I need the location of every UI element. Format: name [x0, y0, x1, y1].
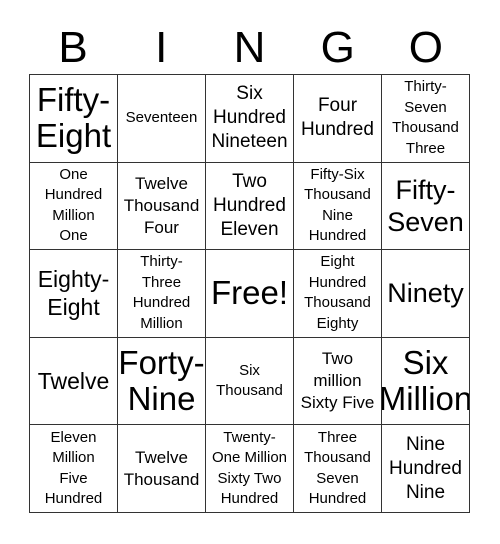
cell-label: Four Hundred [301, 95, 374, 141]
cell-label: Two million Sixty Five [300, 349, 375, 413]
header-letter-i: I [155, 23, 168, 72]
bingo-cell[interactable]: Three Thousand Seven Hundred [294, 425, 382, 513]
bingo-header: B I N G O [29, 22, 470, 74]
bingo-cell[interactable]: Two million Sixty Five [294, 337, 382, 426]
cell-label: Fifty- Eight [35, 81, 112, 155]
bingo-cell[interactable]: Four Hundred [294, 75, 382, 163]
bingo-cell[interactable]: Fifty- Seven [382, 162, 470, 251]
cell-label: Three Thousand Seven Hundred [304, 428, 371, 508]
bingo-cell[interactable]: Twelve Thousand Four [118, 162, 206, 251]
bingo-cell[interactable]: Nine Hundred Nine [382, 425, 470, 513]
cell-label: Ninety [387, 278, 464, 309]
cell-label: One Hundred Million One [44, 165, 103, 245]
bingo-cell[interactable]: Eleven Million Five Hundred [30, 425, 118, 513]
bingo-cell[interactable]: Twelve [30, 337, 118, 426]
bingo-cell[interactable]: Six Hundred Nineteen [206, 75, 294, 163]
cell-label: Fifty-Six Thousand Nine Hundred [304, 165, 371, 245]
bingo-cell[interactable]: Eight Hundred Thousand Eighty [294, 250, 382, 338]
free-space-cell[interactable]: Free! [206, 250, 294, 338]
cell-label: Twelve Thousand [123, 447, 200, 489]
cell-label: Seventeen [125, 109, 198, 127]
cell-label: Free! [210, 274, 289, 312]
cell-label: Eighty- Eight [37, 266, 110, 321]
cell-label: Six Thousand [216, 361, 283, 400]
bingo-cell[interactable]: Twelve Thousand [118, 425, 206, 513]
cell-label: Twelve Thousand Four [123, 173, 200, 237]
bingo-cell[interactable]: Six Thousand [206, 337, 294, 426]
bingo-cell[interactable]: Six Million [382, 337, 470, 426]
cell-label: Two Hundred Eleven [213, 170, 286, 240]
bingo-cell[interactable]: Seventeen [118, 75, 206, 163]
bingo-grid: Fifty- Eight Seventeen Six Hundred Ninetee… [29, 74, 470, 513]
bingo-cell[interactable]: Thirty- Three Hundred Million [118, 250, 206, 338]
bingo-cell[interactable]: Forty- Nine [118, 337, 206, 426]
bingo-cell[interactable]: Eighty- Eight [30, 250, 118, 338]
cell-label: Nine Hundred Nine [389, 433, 462, 503]
bingo-cell[interactable]: Ninety [382, 250, 470, 338]
cell-label: Eleven Million Five Hundred [44, 428, 103, 508]
cell-label: Six Hundred Nineteen [211, 83, 288, 153]
cell-label: Twenty- One Million Sixty Two Hundred [211, 428, 288, 508]
header-letter-b: B [58, 23, 88, 72]
cell-label: Forty- Nine [118, 344, 205, 418]
bingo-cell[interactable]: One Hundred Million One [30, 162, 118, 251]
cell-label: Six Million [382, 344, 470, 418]
bingo-cell[interactable]: Twenty- One Million Sixty Two Hundred [206, 425, 294, 513]
bingo-cell[interactable]: Two Hundred Eleven [206, 162, 294, 251]
header-letter-n: N [233, 23, 266, 72]
cell-label: Eight Hundred Thousand Eighty [304, 253, 371, 332]
bingo-cell[interactable]: Fifty-Six Thousand Nine Hundred [294, 162, 382, 251]
cell-label: Thirty- Three Hundred Million [132, 253, 191, 332]
cell-label: Fifty- Seven [387, 174, 464, 237]
cell-label: Thirty- Seven Thousand Three [392, 78, 459, 157]
header-letter-g: G [320, 23, 355, 72]
bingo-cell[interactable]: Fifty- Eight [30, 75, 118, 163]
bingo-cell[interactable]: Thirty- Seven Thousand Three [382, 75, 470, 163]
header-letter-o: O [408, 23, 443, 72]
cell-label: Twelve [37, 368, 110, 395]
